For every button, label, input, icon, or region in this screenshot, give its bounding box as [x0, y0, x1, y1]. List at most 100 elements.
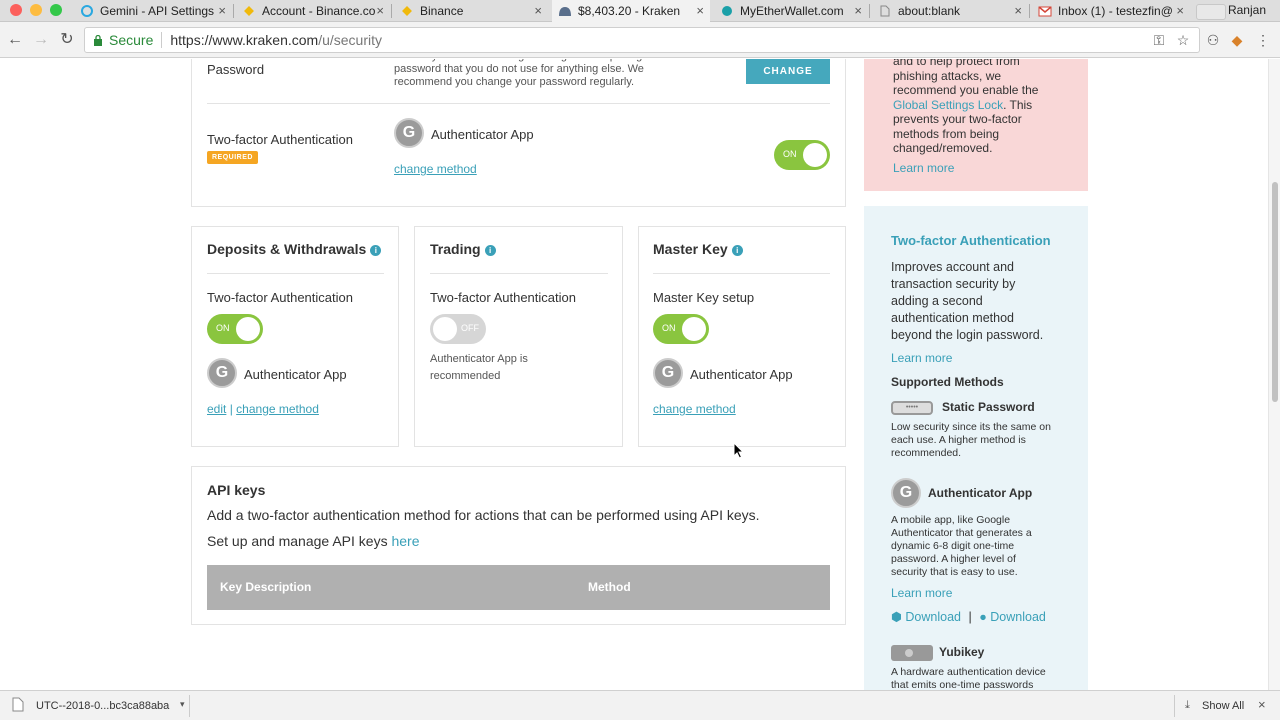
download-bar: UTC--2018-0...bc3ca88aba ▾ ⤓ Show All × — [0, 690, 1280, 720]
forward-button[interactable]: → — [32, 31, 50, 49]
scrollbar-thumb[interactable] — [1272, 182, 1278, 402]
master-key-toggle[interactable]: ON — [653, 314, 709, 344]
new-tab-button[interactable] — [1196, 4, 1226, 20]
close-window-button[interactable] — [10, 4, 22, 16]
tfa-learn-more-link[interactable]: Learn more — [891, 351, 952, 365]
download-links: ⬢ Download | ● Download — [891, 610, 1046, 624]
show-all-button[interactable]: ⤓ Show All — [1174, 695, 1252, 717]
secure-label: Secure — [109, 32, 154, 48]
address-bar[interactable]: Secure https://www.kraken.com/u/security — [84, 27, 1200, 53]
deposits-2fa-label: Two-factor Authentication — [207, 290, 353, 305]
info-icon[interactable]: i — [370, 244, 382, 256]
deposits-edit-link[interactable]: edit — [207, 402, 226, 416]
tab-bar: Gemini - API Settings × Account - Binanc… — [0, 0, 1280, 22]
forward-arrow-icon: → — [33, 31, 49, 48]
password-description: Protect your account using a strong and … — [394, 59, 651, 88]
master-key-method: Authenticator App — [690, 367, 793, 382]
mouse-cursor — [733, 441, 745, 464]
page-content: Password Protect your account using a st… — [0, 59, 1280, 690]
global-lock-warning-text: and to help protect from phishing attack… — [893, 59, 1039, 155]
binance-icon — [242, 4, 256, 18]
tab-binance[interactable]: Binance × — [394, 0, 548, 22]
metamask-icon[interactable]: ◆ — [1228, 31, 1246, 49]
maximize-window-button[interactable] — [50, 4, 62, 16]
page-scrollbar[interactable] — [1268, 59, 1280, 690]
lock-icon — [93, 34, 103, 46]
deposits-links: edit | change method — [207, 402, 319, 416]
change-password-button[interactable]: CHANGE — [746, 59, 830, 84]
tab-gmail[interactable]: Inbox (1) - testezfin@ × — [1032, 0, 1190, 22]
binance-icon — [400, 4, 414, 18]
supported-methods-heading: Supported Methods — [891, 375, 1004, 389]
warning-learn-more-link[interactable]: Learn more — [893, 161, 954, 175]
download-options-chevron-icon[interactable]: ▾ — [180, 699, 185, 710]
tab-close-icon[interactable]: × — [1014, 3, 1022, 18]
download-android-link[interactable]: Download — [905, 610, 961, 624]
bookmark-star-icon[interactable]: ☆ — [1174, 31, 1192, 49]
reload-button[interactable]: ↻ — [58, 31, 76, 49]
info-icon[interactable]: i — [484, 244, 496, 256]
tfa-info-description: Improves account and transaction securit… — [891, 260, 1044, 342]
trading-2fa-label: Two-factor Authentication — [430, 290, 576, 305]
mew-icon — [720, 4, 734, 18]
deposits-withdrawals-title: Deposits & Withdrawals i — [207, 241, 382, 257]
deposits-2fa-toggle[interactable]: ON — [207, 314, 263, 344]
tab-kraken[interactable]: $8,403.20 - Kraken × — [552, 0, 710, 22]
authenticator-app-icon: G — [891, 478, 921, 508]
tab-close-icon[interactable]: × — [376, 3, 384, 18]
authenticator-app-description: A mobile app, like Google Authenticator … — [891, 514, 1032, 578]
gemini-icon — [80, 4, 94, 18]
tab-about-blank[interactable]: about:blank × — [872, 0, 1028, 22]
trading-2fa-toggle[interactable]: OFF — [430, 314, 486, 344]
col-method: Method — [588, 580, 631, 594]
minimize-window-button[interactable] — [30, 4, 42, 16]
file-icon — [12, 697, 24, 717]
api-keys-here-link[interactable]: here — [391, 533, 419, 549]
master-key-title: Master Key i — [653, 241, 743, 257]
info-icon[interactable]: i — [731, 244, 743, 256]
tab-close-icon[interactable]: × — [696, 3, 704, 18]
static-password-icon: ••••• — [891, 401, 933, 415]
authenticator-app-icon: G — [653, 358, 683, 388]
api-keys-table-header: Key Description Method — [207, 565, 830, 610]
tab-close-icon[interactable]: × — [1176, 3, 1184, 18]
yubikey-name: Yubikey — [939, 645, 985, 659]
global-settings-lock-link[interactable]: Global Settings Lock — [893, 98, 1003, 112]
extension-icon[interactable]: ⚇ — [1204, 31, 1222, 49]
tab-close-icon[interactable]: × — [854, 3, 862, 18]
key-icon[interactable]: ⚿ — [1150, 31, 1168, 49]
download-ios-link[interactable]: Download — [990, 610, 1046, 624]
tab-myetherwallet[interactable]: MyEtherWallet.com × — [714, 0, 868, 22]
tfa-info-title: Two-factor Authentication — [891, 233, 1051, 248]
api-keys-title: API keys — [207, 482, 266, 498]
password-label: Password — [207, 62, 265, 77]
authenticator-learn-more-link[interactable]: Learn more — [891, 586, 952, 600]
apple-icon: ● — [979, 610, 987, 624]
url-text[interactable]: https://www.kraken.com/u/security — [170, 32, 382, 48]
master-key-setup-label: Master Key setup — [653, 290, 755, 305]
static-password-description: Low security since its the same on each … — [891, 421, 1051, 459]
browser-toolbar: ← → ↻ Secure https://www.kraken.com/u/se… — [0, 22, 1280, 58]
tab-close-icon[interactable]: × — [218, 3, 226, 18]
deposits-2fa-method: Authenticator App — [244, 367, 347, 382]
api-keys-description: Add a two-factor authentication method f… — [207, 507, 760, 523]
download-item[interactable]: UTC--2018-0...bc3ca88aba ▾ — [6, 695, 190, 717]
login-2fa-toggle[interactable]: ON — [774, 140, 830, 170]
download-arrow-icon: ⤓ — [1185, 699, 1190, 711]
yubikey-icon — [891, 645, 933, 661]
profile-name[interactable]: Ranjan — [1228, 3, 1266, 17]
master-key-change-method-link[interactable]: change method — [653, 402, 736, 416]
tab-binance-account[interactable]: Account - Binance.co × — [236, 0, 390, 22]
authenticator-app-icon: G — [207, 358, 237, 388]
menu-icon[interactable]: ⋮ — [1254, 31, 1272, 49]
col-key-description: Key Description — [220, 580, 312, 594]
tab-gemini[interactable]: Gemini - API Settings × — [74, 0, 232, 22]
deposits-change-method-link[interactable]: change method — [236, 402, 319, 416]
gmail-icon — [1038, 4, 1052, 18]
page-icon — [878, 4, 892, 18]
login-2fa-change-method-link[interactable]: change method — [394, 162, 477, 176]
close-download-bar-icon[interactable]: × — [1258, 697, 1266, 712]
api-keys-manage-text: Set up and manage API keys here — [207, 533, 420, 549]
tab-close-icon[interactable]: × — [534, 3, 542, 18]
back-button[interactable]: ← — [6, 31, 24, 49]
